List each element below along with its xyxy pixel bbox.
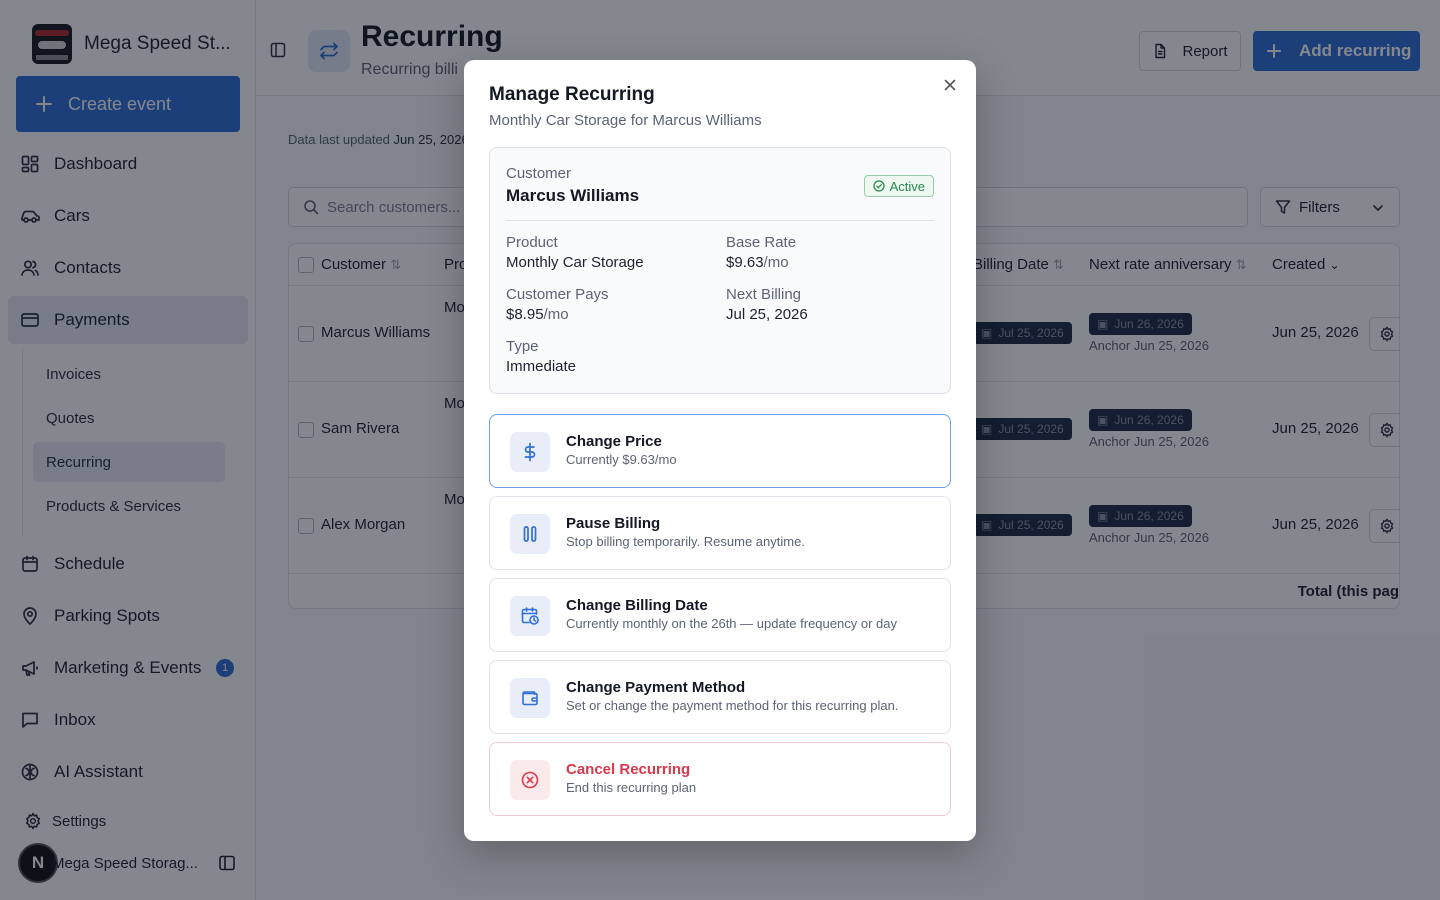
product-label: Product [506, 234, 558, 251]
calendar-clock-icon [510, 596, 550, 636]
type-value: Immediate [506, 358, 577, 375]
cancel-recurring-option[interactable]: Cancel Recurring End this recurring plan [489, 742, 951, 816]
next-billing-label: Next Billing [726, 286, 802, 303]
option-title: Cancel Recurring [566, 761, 691, 778]
dialog-title: Manage Recurring [489, 84, 655, 105]
manage-recurring-dialog: Manage Recurring Monthly Car Storage for… [464, 60, 976, 841]
customer-pays-label: Customer Pays [506, 286, 609, 303]
customer-pays-amount: $8.95 [506, 306, 544, 323]
change-price-option[interactable]: Change Price Currently $9.63/mo [489, 414, 951, 488]
option-title: Change Billing Date [566, 597, 708, 614]
option-description: Currently monthly on the 26th — update f… [566, 616, 897, 631]
option-title: Pause Billing [566, 515, 661, 532]
dialog-subtitle: Monthly Car Storage for Marcus Williams [489, 112, 762, 129]
change-billing-date-option[interactable]: Change Billing Date Currently monthly on… [489, 578, 951, 652]
option-description: Currently $9.63/mo [566, 452, 677, 467]
close-icon[interactable] [942, 77, 958, 93]
product-value: Monthly Car Storage [506, 254, 644, 271]
pause-icon [510, 514, 550, 554]
option-description: Stop billing temporarily. Resume anytime… [566, 534, 805, 549]
recurring-summary-card: Customer Marcus Williams Active Product … [489, 147, 951, 394]
option-title: Change Price [566, 433, 662, 450]
pause-billing-option[interactable]: Pause Billing Stop billing temporarily. … [489, 496, 951, 570]
x-circle-icon [510, 760, 550, 800]
divider [506, 220, 934, 221]
option-title: Change Payment Method [566, 679, 746, 696]
check-circle-icon [872, 180, 885, 192]
customer-name: Marcus Williams [506, 186, 640, 205]
status-badge: Active [863, 175, 934, 197]
type-label: Type [506, 338, 539, 355]
base-rate-label: Base Rate [726, 234, 797, 251]
customer-pays-unit: /mo [543, 306, 569, 323]
wallet-icon [510, 678, 550, 718]
customer-pays-value: $8.95/mo [506, 306, 569, 323]
base-rate-value: $9.63/mo [726, 254, 789, 271]
option-description: End this recurring plan [566, 780, 697, 795]
dollar-icon [510, 432, 550, 472]
base-rate-unit: /mo [763, 254, 789, 271]
change-payment-method-option[interactable]: Change Payment Method Set or change the … [489, 660, 951, 734]
status-text: Active [889, 178, 925, 194]
next-billing-value: Jul 25, 2026 [726, 306, 808, 323]
base-rate-amount: $9.63 [726, 254, 764, 271]
option-description: Set or change the payment method for thi… [566, 698, 899, 713]
customer-label: Customer [506, 165, 572, 182]
